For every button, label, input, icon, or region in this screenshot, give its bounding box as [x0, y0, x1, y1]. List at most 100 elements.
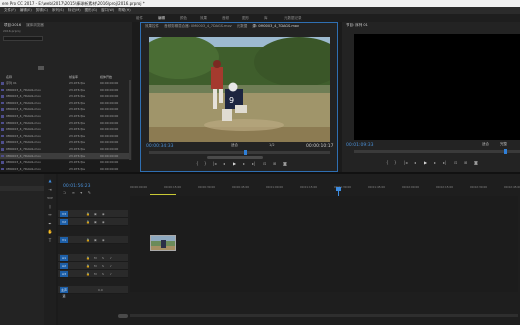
menu-item[interactable]: 编辑(E): [20, 8, 32, 12]
wrench-icon[interactable]: ✎: [88, 190, 91, 195]
track-target-toggle[interactable]: A1: [60, 255, 68, 261]
pen-tool-icon[interactable]: ✒: [47, 221, 53, 226]
program-goto-in-icon[interactable]: |◂: [404, 160, 407, 166]
workspace-tab[interactable]: 图形: [242, 14, 249, 22]
file-row[interactable]: 0M0003_4_7DAGS.mov 23.976 fps 00:00:00:00: [0, 93, 130, 100]
lift-icon[interactable]: ⊡: [454, 160, 457, 166]
mute-icon[interactable]: M: [94, 264, 98, 268]
track-header-audio[interactable]: A3 🔒 M S ♪: [58, 270, 128, 278]
mute-icon[interactable]: M: [94, 272, 98, 276]
menu-item[interactable]: 帮助(H): [118, 8, 130, 12]
file-row[interactable]: 0M0003_4_7DAGS.mov 23.976 fps 00:00:00:00: [0, 133, 130, 140]
overwrite-icon[interactable]: ⊞: [273, 161, 276, 167]
source-scrubber[interactable]: [149, 150, 330, 155]
program-resolution[interactable]: 完整: [500, 142, 507, 147]
mark-in-icon[interactable]: {: [196, 161, 199, 167]
source-playhead[interactable]: [244, 150, 247, 155]
solo-icon[interactable]: S: [102, 272, 106, 276]
eye-icon[interactable]: ◉: [102, 212, 106, 216]
workspace-tab[interactable]: 元数据记录: [284, 14, 302, 22]
workspace-tab[interactable]: 编辑: [158, 14, 165, 22]
goto-in-icon[interactable]: |◂: [213, 161, 216, 167]
sync-icon[interactable]: ▣: [94, 212, 98, 216]
tab-source[interactable]: 源: 0M0003_4_7DAGS.mov: [252, 24, 299, 28]
tab-metadata[interactable]: 元数据: [237, 24, 248, 28]
track-header-video[interactable]: V3 🔒 ▣ ◉: [58, 210, 128, 218]
program-playhead[interactable]: [504, 149, 507, 154]
track-header-audio[interactable]: A2 🔒 M S ♪: [58, 262, 128, 270]
source-resolution[interactable]: 1/2: [269, 143, 275, 148]
workspace-tab[interactable]: 库: [264, 14, 268, 22]
file-row[interactable]: 0M0003_4_7DAGS.mov 23.976 fps 00:00:00:00: [0, 113, 130, 120]
mic-icon[interactable]: ♪: [110, 256, 114, 260]
track-target-toggle[interactable]: A3: [60, 271, 68, 277]
menu-item[interactable]: 文件(F): [4, 8, 16, 12]
menu-item[interactable]: 图形(G): [85, 8, 97, 12]
source-zoom-bar[interactable]: [207, 156, 263, 159]
track-select-tool-icon[interactable]: ⇥: [47, 187, 53, 192]
sync-icon[interactable]: ▣: [94, 220, 98, 224]
tab-audio-clip-mixer[interactable]: 音频剪辑混合器: 0M0003_4_7DAGS.mov: [164, 24, 232, 28]
track-header-video[interactable]: V1 🔒 ▣ ◉: [58, 236, 128, 244]
program-timecode[interactable]: 00:01:09:33: [346, 143, 373, 148]
razor-tool-icon[interactable]: ◊: [47, 204, 53, 209]
file-row[interactable]: 0M0003_4_7DAGS.mov 23.976 fps 00:00:00:00: [0, 87, 130, 94]
type-tool-icon[interactable]: T: [47, 238, 53, 243]
file-row[interactable]: 0M0003_4_7DAGS.mov 23.976 fps 00:00:00:00: [0, 152, 130, 160]
slip-tool-icon[interactable]: ↔: [47, 212, 53, 217]
tab-program[interactable]: 节目: 序列 01: [346, 23, 368, 27]
project-scrollbar[interactable]: [129, 80, 131, 160]
file-row[interactable]: 0M0003_4_7DAGS.mov 23.976 fps 00:00:00:00: [0, 159, 130, 166]
snap-icon[interactable]: ⊃: [63, 190, 66, 195]
export-frame-icon[interactable]: ◙: [283, 161, 287, 167]
menu-item[interactable]: 标记(M): [68, 8, 81, 12]
lock-icon[interactable]: 🔒: [86, 220, 90, 224]
program-play-icon[interactable]: ▶: [424, 160, 427, 166]
track-target-toggle[interactable]: A2: [60, 263, 68, 269]
selection-tool-icon[interactable]: ▲: [47, 178, 53, 183]
timeline-timecode[interactable]: 00:01:56:23: [63, 184, 90, 189]
workspace-tab[interactable]: 音频: [222, 14, 229, 22]
file-row[interactable]: 序列 01 23.976 fps 00:00:00:00: [0, 80, 130, 87]
file-row[interactable]: 0M0003_4_7DAGS.mov 23.976 fps 00:00:00:00: [0, 106, 130, 113]
playhead-handle[interactable]: [336, 187, 341, 191]
workspace-tab[interactable]: 颜色: [180, 14, 187, 22]
work-area-bar[interactable]: [150, 194, 176, 195]
file-row[interactable]: 0M0003_4_7DAGS.mov 23.976 fps 00:00:00:00: [0, 139, 130, 146]
program-export-frame-icon[interactable]: ◙: [474, 160, 478, 166]
program-goto-out-icon[interactable]: ▸|: [443, 160, 446, 166]
track-header-audio[interactable]: A1 🔒 M S ♪: [58, 254, 128, 262]
effects-list-item[interactable]: [0, 186, 44, 191]
insert-icon[interactable]: ⊡: [263, 161, 266, 167]
tab-media-browser[interactable]: 媒体浏览器: [26, 23, 44, 27]
tab-effect-controls[interactable]: 效果控件: [145, 24, 159, 28]
program-step-back-icon[interactable]: ◂: [414, 160, 416, 166]
solo-icon[interactable]: S: [102, 264, 106, 268]
timeline-clip[interactable]: [150, 235, 176, 251]
workspace-tab[interactable]: 组件: [136, 14, 143, 22]
solo-icon[interactable]: S: [102, 256, 106, 260]
menu-item[interactable]: 剪辑(C): [36, 8, 48, 12]
eye-icon[interactable]: ◉: [102, 238, 106, 242]
lock-icon[interactable]: 🔒: [86, 272, 90, 276]
program-mark-in-icon[interactable]: {: [386, 160, 389, 166]
file-row[interactable]: 0M0003_4_7DAGS.mov 23.976 fps 00:00:00:00: [0, 120, 130, 127]
file-row[interactable]: 0M0003_4_7DAGS.mov 23.976 fps 00:00:00:00: [0, 126, 130, 133]
lock-icon[interactable]: 🔒: [86, 264, 90, 268]
ripple-edit-tool-icon[interactable]: ⟺: [47, 195, 53, 200]
project-search-input[interactable]: [3, 36, 43, 41]
lock-icon[interactable]: 🔒: [86, 212, 90, 216]
tab-project[interactable]: 项目:2016: [4, 23, 21, 27]
mic-icon[interactable]: ♪: [110, 264, 114, 268]
goto-out-icon[interactable]: ▸|: [252, 161, 255, 167]
mic-icon[interactable]: ♪: [110, 272, 114, 276]
play-icon[interactable]: ▶: [233, 161, 236, 167]
workspace-tab[interactable]: 效果: [200, 14, 207, 22]
track-target-toggle[interactable]: V2: [60, 219, 68, 225]
program-step-forward-icon[interactable]: ▸: [434, 160, 436, 166]
timeline-scrollbar[interactable]: [118, 314, 128, 318]
step-forward-icon[interactable]: ▸: [243, 161, 245, 167]
extract-icon[interactable]: ⊞: [464, 160, 467, 166]
eye-icon[interactable]: ◉: [102, 220, 106, 224]
lock-icon[interactable]: 🔒: [86, 238, 90, 242]
